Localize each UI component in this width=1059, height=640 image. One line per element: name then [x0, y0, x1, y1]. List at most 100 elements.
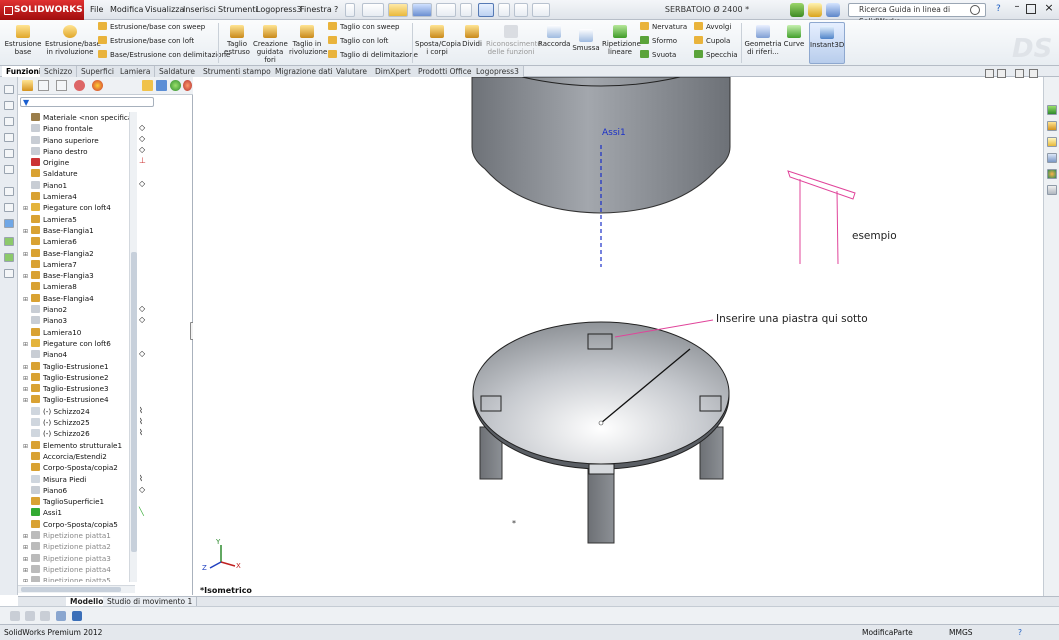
tree-vertical-scrollbar[interactable]: [129, 112, 137, 582]
tree-item[interactable]: Piano2: [23, 304, 129, 315]
cupola-button[interactable]: Cupola: [694, 36, 730, 47]
help-icon[interactable]: ?: [996, 4, 1001, 14]
dimxpert-tab-icon[interactable]: [74, 80, 85, 91]
maximize-icon[interactable]: [1026, 4, 1036, 14]
tree-item[interactable]: ⊞ Ripetizione piatta4: [23, 564, 129, 575]
creazione-fori-button[interactable]: Creazione guidata fori: [253, 25, 288, 64]
expand-icon[interactable]: ⊞: [23, 576, 29, 582]
bottom-tool-icon-4[interactable]: [56, 611, 66, 621]
relations-toolbar-icon[interactable]: [4, 269, 14, 278]
tree-item[interactable]: TaglioSuperficie1: [23, 496, 129, 507]
menu-inserisci[interactable]: Inserisci: [183, 0, 216, 20]
pin-icon[interactable]: [345, 3, 355, 17]
sformo-button[interactable]: Sformo: [640, 36, 677, 47]
ripetizione-lineare-button[interactable]: Ripetizione lineare: [602, 25, 641, 56]
spline-toolbar-icon[interactable]: [4, 187, 14, 196]
bottom-tool-icon-5[interactable]: [72, 611, 82, 621]
tab-schizzo[interactable]: Schizzo: [40, 66, 78, 77]
tree-item[interactable]: ⊞ Taglio-Estrusione4: [23, 394, 129, 405]
file-explorer-icon[interactable]: [826, 3, 840, 17]
tree-item[interactable]: Misura Piedi: [23, 474, 129, 485]
menu-strumenti[interactable]: Strumenti: [218, 0, 258, 20]
tree-item[interactable]: ⊞ Base-Flangia4: [23, 293, 129, 304]
tree-item[interactable]: (-) Schizzo24: [23, 406, 129, 417]
tab-valutare[interactable]: Valutare: [332, 66, 373, 77]
graphics-area[interactable]: * Assi1 Inserire una piastra qui sotto e…: [193, 69, 1043, 596]
tree-item[interactable]: Lamiera7: [23, 259, 129, 270]
tree-item[interactable]: ⊞ Base-Flangia3: [23, 270, 129, 281]
tree-item[interactable]: ⊞ Piegature con loft6: [23, 338, 129, 349]
example-sketch[interactable]: [787, 170, 856, 265]
design-library-icon[interactable]: [808, 3, 822, 17]
open-folder-icon[interactable]: [388, 3, 408, 17]
tree-item[interactable]: Piano3: [23, 315, 129, 326]
panel-icon-1[interactable]: [142, 80, 153, 91]
tree-item[interactable]: Piano6: [23, 485, 129, 496]
panel-icon-2[interactable]: [156, 80, 167, 91]
tree-item[interactable]: Saldature: [23, 168, 129, 179]
boundary-cut-button[interactable]: Taglio di delimitazione: [328, 50, 418, 61]
riconoscimento-button[interactable]: Riconoscimento delle funzioni: [486, 25, 542, 56]
axis-label[interactable]: Assi1: [602, 128, 626, 138]
menu-file[interactable]: File: [90, 0, 103, 20]
hscroll-thumb[interactable]: [21, 587, 121, 592]
search-icon[interactable]: [970, 5, 980, 15]
tab-dimxpert[interactable]: DimXpert: [371, 66, 416, 77]
tree-item[interactable]: ⊞ Ripetizione piatta5: [23, 575, 129, 582]
tree-item[interactable]: Lamiera8: [23, 281, 129, 292]
dividi-button[interactable]: Dividi: [460, 25, 484, 48]
menu-visualizza[interactable]: Visualizza: [145, 0, 184, 20]
tree-item[interactable]: Origine: [23, 157, 129, 168]
tree-item[interactable]: ⊞ Taglio-Estrusione3: [23, 383, 129, 394]
tab-migrazione-dati[interactable]: Migrazione dati: [271, 66, 338, 77]
svuota-button[interactable]: Svuota: [640, 50, 676, 61]
annotation-esempio[interactable]: esempio: [852, 230, 897, 242]
tree-item[interactable]: Lamiera6: [23, 236, 129, 247]
configuration-manager-tab-icon[interactable]: [56, 80, 67, 91]
geometria-riferimento-button[interactable]: Geometria di riferi...: [744, 25, 782, 56]
tree-item[interactable]: Piano1: [23, 180, 129, 191]
tree-item[interactable]: ⊞ Piegature con loft4: [23, 202, 129, 213]
tree-item[interactable]: Corpo-Sposta/copia5: [23, 519, 129, 530]
bottom-tool-icon-3[interactable]: [40, 611, 50, 621]
loft-cut-button[interactable]: Taglio con loft: [328, 36, 388, 47]
bottom-tool-icon-2[interactable]: [25, 611, 35, 621]
view-palette-tab-icon[interactable]: [1047, 153, 1057, 163]
tree-item[interactable]: ⊞ Taglio-Estrusione2: [23, 372, 129, 383]
tree-horizontal-scrollbar[interactable]: [18, 585, 135, 593]
specchia-button[interactable]: Specchia: [694, 50, 738, 61]
design-library-tab-icon[interactable]: [1047, 121, 1057, 131]
close-icon[interactable]: ×: [1042, 1, 1056, 17]
sweep-cut-button[interactable]: Taglio con sweep: [328, 22, 399, 33]
tree-item[interactable]: Lamiera4: [23, 191, 129, 202]
status-help-icon[interactable]: ?: [1018, 625, 1022, 640]
curve-button[interactable]: Curve: [783, 25, 805, 48]
tree-item[interactable]: Assi1: [23, 507, 129, 518]
new-document-icon[interactable]: [362, 3, 384, 17]
file-properties-icon[interactable]: [514, 3, 528, 17]
tab-prodotti-office[interactable]: Prodotti Office: [414, 66, 477, 77]
tree-item[interactable]: Lamiera5: [23, 214, 129, 225]
viewport-minimize-icon[interactable]: [1015, 69, 1024, 78]
tree-item[interactable]: Accorcia/Estendi2: [23, 451, 129, 462]
tree-item[interactable]: Lamiera10: [23, 327, 129, 338]
solidworks-resources-icon[interactable]: [790, 3, 804, 17]
menu-logopress3[interactable]: Logopress3: [256, 0, 302, 20]
taglio-estruso-button[interactable]: Taglio estruso: [222, 25, 252, 56]
tree-item[interactable]: ⊞ Ripetizione piatta1: [23, 530, 129, 541]
tree-item[interactable]: ⊞ Ripetizione piatta2: [23, 541, 129, 552]
menu-modifica[interactable]: Modifica: [110, 0, 143, 20]
annotation-piastra[interactable]: Inserire una piastra qui sotto: [716, 313, 868, 325]
scrollbar-thumb[interactable]: [131, 252, 137, 552]
rebuild-icon[interactable]: [498, 3, 510, 17]
filter-icon[interactable]: ▼: [23, 98, 29, 107]
tree-item[interactable]: (-) Schizzo25: [23, 417, 129, 428]
save-icon[interactable]: [412, 3, 432, 17]
tree-item[interactable]: ⊞ Base-Flangia1: [23, 225, 129, 236]
tree-item[interactable]: ⊞ Base-Flangia2: [23, 248, 129, 259]
select-pointer-icon[interactable]: [478, 3, 494, 17]
estrusione-rivoluzione-button[interactable]: Estrusione/base in rivoluzione: [45, 25, 101, 56]
resources-tab-icon[interactable]: [1047, 105, 1057, 115]
tab-logopress3[interactable]: Logopress3: [472, 66, 524, 77]
tab-lamiera[interactable]: Lamiera: [116, 66, 156, 77]
